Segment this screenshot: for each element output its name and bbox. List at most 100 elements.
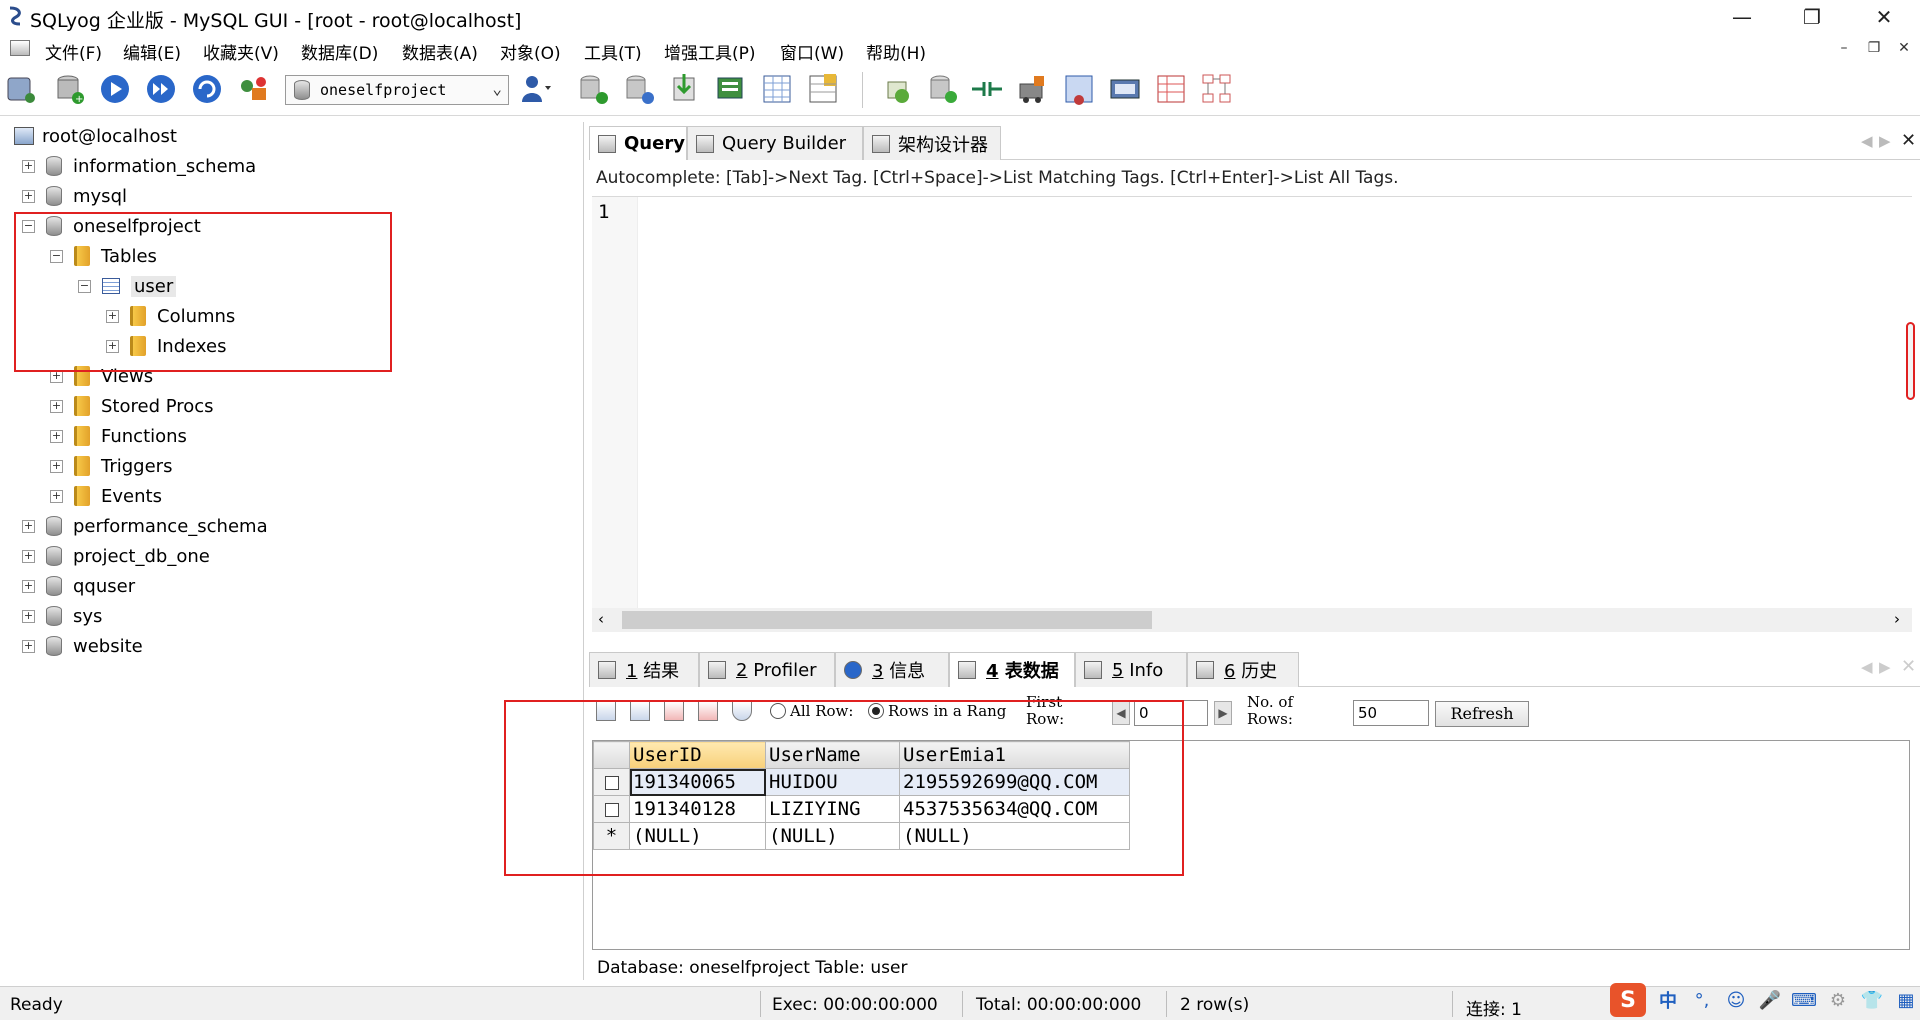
chevron-down-icon[interactable]: ⌄ [492, 79, 502, 98]
backup-database-icon[interactable] [576, 72, 610, 106]
refresh-object-browser-icon[interactable] [190, 72, 224, 106]
tree-folder-functions[interactable]: + Functions [50, 422, 187, 450]
menu-edit[interactable]: 编辑(E) [123, 39, 181, 64]
execute-all-queries-icon[interactable] [144, 72, 178, 106]
checkbox-icon[interactable] [604, 802, 619, 817]
collapse-icon[interactable]: − [22, 219, 35, 233]
schema-designer-icon[interactable] [1154, 72, 1188, 106]
menu-window[interactable]: 窗口(W) [780, 39, 844, 64]
all-rows-radio[interactable] [770, 703, 786, 719]
filter-icon[interactable] [732, 701, 752, 721]
grid-cell[interactable]: HUIDOU [765, 768, 900, 796]
tab-info[interactable]: 5 Info [1075, 652, 1187, 687]
grid-cell[interactable]: 191340065 [629, 768, 766, 796]
keyboard-icon[interactable]: ⌨ [1791, 988, 1817, 1012]
grid-cell[interactable]: 191340128 [629, 795, 766, 823]
grid-cell[interactable]: LIZIYING [765, 795, 900, 823]
tree-folder-columns[interactable]: + Columns [106, 302, 235, 330]
schema-sync-icon[interactable] [880, 72, 914, 106]
tree-folder-triggers[interactable]: + Triggers [50, 452, 172, 480]
tree-folder-tables[interactable]: − Tables [50, 242, 157, 270]
rows-in-range-radio[interactable] [868, 703, 884, 719]
scrollbar-thumb[interactable] [622, 611, 1152, 629]
tab-scroll-right-icon[interactable]: ▶ [1879, 132, 1891, 150]
expand-icon[interactable]: + [22, 579, 35, 593]
punctuation-icon[interactable]: °, [1690, 988, 1714, 1012]
expand-icon[interactable]: + [50, 369, 63, 383]
checkbox-icon[interactable] [604, 775, 619, 790]
tree-db-qquser[interactable]: + qquser [22, 572, 135, 600]
row-checkbox[interactable] [593, 768, 630, 796]
sql-formatter-icon[interactable] [1108, 72, 1142, 106]
expand-icon[interactable]: + [50, 489, 63, 503]
import-data-icon[interactable] [668, 72, 702, 106]
menu-database[interactable]: 数据库(D) [301, 39, 378, 64]
expand-icon[interactable]: + [50, 429, 63, 443]
grid-cell[interactable]: (NULL) [629, 822, 766, 850]
tab-scroll-left-icon[interactable]: ◀ [1861, 132, 1873, 150]
sogou-logo-icon[interactable]: S [1610, 983, 1646, 1017]
expand-icon[interactable]: + [22, 159, 35, 173]
menu-tools[interactable]: 工具(T) [584, 39, 642, 64]
tree-db-project-db-one[interactable]: + project_db_one [22, 542, 210, 570]
close-tab-icon[interactable]: ✕ [1901, 130, 1916, 151]
scroll-left-icon[interactable]: ‹ [598, 610, 604, 628]
menu-favorites[interactable]: 收藏夹(V) [203, 39, 279, 64]
tree-folder-stored-procs[interactable]: + Stored Procs [50, 392, 214, 420]
delete-row-icon[interactable] [664, 701, 684, 721]
skin-icon[interactable]: 👕 [1860, 988, 1884, 1012]
tree-db-oneselfproject[interactable]: − oneselfproject [22, 212, 201, 240]
sql-editor[interactable]: 1 [592, 196, 1912, 609]
expand-icon[interactable]: + [50, 399, 63, 413]
grid-cell[interactable]: (NULL) [899, 822, 1130, 850]
tree-db-mysql[interactable]: + mysql [22, 182, 127, 210]
close-button[interactable]: ✕ [1856, 0, 1912, 34]
emoji-icon[interactable]: ☺ [1724, 988, 1748, 1012]
tab-query[interactable]: Query [589, 126, 687, 160]
restore-button[interactable]: ❐ [1784, 0, 1840, 34]
mdi-restore-button[interactable]: ❐ [1864, 40, 1884, 56]
insert-row-icon[interactable] [596, 701, 616, 721]
previous-page-icon[interactable]: ◀ [1112, 701, 1130, 725]
column-header-useremail[interactable]: UserEmia1 [899, 741, 1130, 769]
tree-table-user[interactable]: − user [78, 272, 177, 300]
tree-folder-events[interactable]: + Events [50, 482, 162, 510]
table-row[interactable]: 191340128 LIZIYING 4537535634@QQ.COM [593, 795, 1130, 823]
expand-icon[interactable]: + [22, 519, 35, 533]
expand-icon[interactable]: + [22, 609, 35, 623]
mdi-minimize-button[interactable]: – [1834, 40, 1854, 56]
expand-icon[interactable]: + [22, 549, 35, 563]
menu-help[interactable]: 帮助(H) [866, 39, 926, 64]
tab-history[interactable]: 6 历史 [1187, 652, 1299, 687]
user-manager-icon[interactable] [236, 72, 270, 106]
table-row[interactable]: 191340065 HUIDOU 2195592699@QQ.COM [593, 768, 1130, 796]
expand-icon[interactable]: + [106, 309, 119, 323]
editor-horizontal-scrollbar[interactable]: ‹ › [592, 608, 1912, 632]
num-rows-input[interactable]: 50 [1353, 700, 1429, 726]
data-sync-icon[interactable] [926, 72, 960, 106]
grid-cell[interactable]: (NULL) [765, 822, 900, 850]
mdi-close-button[interactable]: ✕ [1894, 40, 1914, 56]
tab-schema-designer[interactable]: 架构设计器 [863, 126, 1001, 160]
collapse-icon[interactable]: − [50, 249, 63, 263]
microphone-icon[interactable]: 🎤 [1758, 988, 1782, 1012]
close-tab-icon[interactable]: ✕ [1901, 656, 1916, 677]
export-data-icon[interactable] [714, 72, 748, 106]
tab-messages[interactable]: 3 信息 [835, 652, 949, 687]
ime-chinese-mode[interactable]: 中 [1656, 988, 1680, 1012]
column-header-username[interactable]: UserName [765, 741, 900, 769]
refresh-button[interactable]: Refresh [1435, 701, 1529, 727]
expand-icon[interactable]: + [22, 189, 35, 203]
tab-result[interactable]: 1 结果 [589, 652, 699, 687]
query-builder-icon[interactable] [1062, 72, 1096, 106]
data-model-icon[interactable] [1200, 72, 1234, 106]
tab-scroll-right-icon[interactable]: ▶ [1879, 658, 1891, 676]
mdi-window-icon[interactable] [10, 40, 30, 56]
user-dropdown-icon[interactable] [518, 72, 552, 106]
grid-cell[interactable]: 4537535634@QQ.COM [899, 795, 1130, 823]
expand-icon[interactable]: + [22, 639, 35, 653]
splitter-handle-highlight[interactable] [1906, 322, 1915, 400]
row-checkbox[interactable] [593, 795, 630, 823]
expand-icon[interactable]: + [106, 339, 119, 353]
next-page-icon[interactable]: ▶ [1214, 701, 1232, 725]
